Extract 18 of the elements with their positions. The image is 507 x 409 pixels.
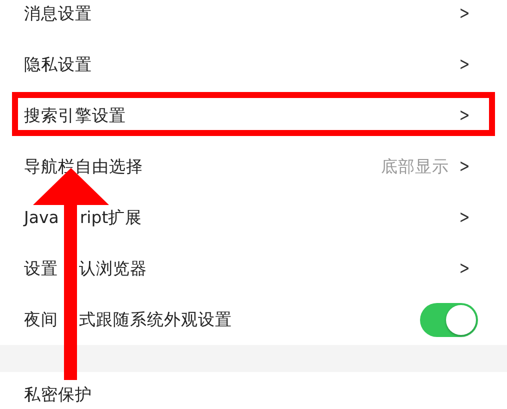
chevron-icon[interactable]: > — [459, 3, 470, 24]
setting-label: 隐私设置 — [24, 54, 92, 76]
setting-label: ript扩展 — [80, 206, 142, 228]
chevron-icon[interactable]: > — [459, 207, 470, 228]
setting-label: Java — [24, 208, 59, 227]
chevron-icon[interactable]: > — [459, 54, 470, 75]
setting-label: 搜索引擎设置 — [24, 104, 126, 126]
toggle-switch[interactable] — [420, 302, 478, 336]
setting-label: 夜间 — [24, 308, 58, 330]
setting-label: 认浏览器 — [79, 258, 147, 280]
setting-label: 消息设置 — [24, 2, 92, 24]
setting-label: 式跟随系统外观设置 — [79, 308, 232, 330]
setting-value: 底部显示 — [380, 156, 449, 178]
chevron-icon[interactable]: > — [459, 105, 470, 126]
setting-label: 设置 — [24, 258, 58, 280]
chevron-icon[interactable]: > — [459, 156, 470, 177]
chevron-icon[interactable]: > — [459, 258, 470, 279]
setting-label: 私密保护 — [24, 384, 92, 406]
